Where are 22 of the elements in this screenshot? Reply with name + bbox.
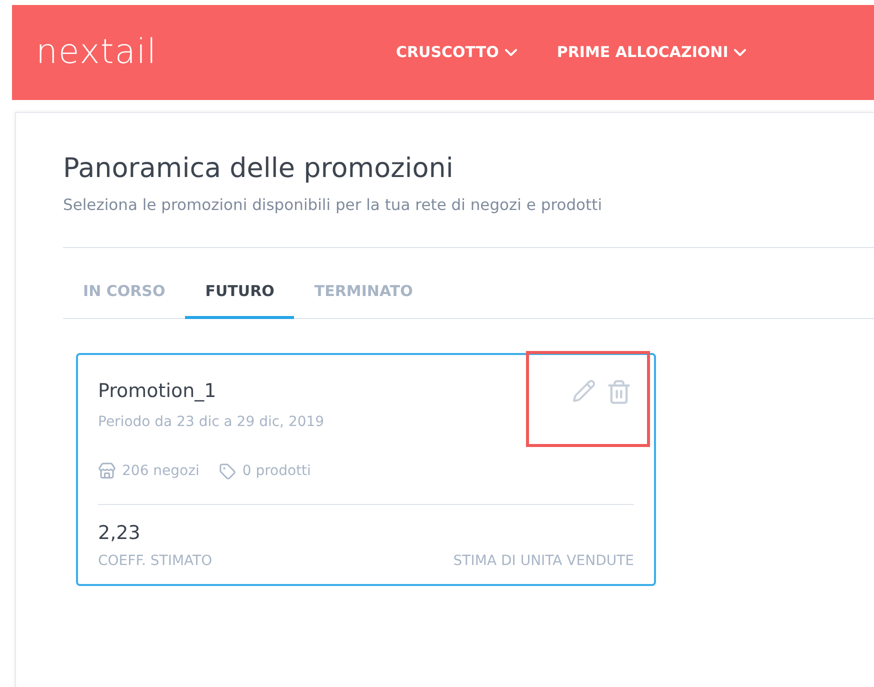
nav-menu[interactable]: CRUSCOTTO (396, 41, 517, 64)
chevron-down-icon (504, 49, 517, 56)
edit-icon[interactable] (572, 379, 596, 404)
product-count: 0 prodotti (242, 462, 311, 481)
tag-icon (219, 462, 236, 480)
tab[interactable]: IN CORSO (63, 280, 186, 320)
promotion-period: Periodo da 23 dic a 29 dic, 2019 (98, 412, 324, 432)
store-count: 206 negozi (122, 462, 200, 481)
logo: nextail (36, 31, 158, 74)
units-label: STIMA DI UNITA VENDUTE (453, 552, 634, 572)
tab[interactable]: TERMINATO (294, 280, 433, 320)
page-subtitle: Seleziona le promozioni disponibili per la tua rete di negozi e prodotti (63, 194, 604, 216)
promotion-card[interactable]: Promotion_1 Periodo da 23 dic a 29 dic, 2019 206 negozi 0 prodotti 2,23 COEFF. STIMATO STIMA DI UNITA VENDUTE (76, 353, 656, 586)
trash-icon[interactable] (606, 379, 632, 406)
store-icon (98, 462, 116, 480)
page-title: Panoramica delle promozioni (63, 152, 454, 186)
chevron-down-icon (734, 49, 746, 56)
promotion-name: Promotion_1 (98, 379, 218, 404)
nav-menu[interactable]: PRIME ALLOCAZIONI (556, 41, 746, 64)
tab[interactable]: FUTURO (185, 280, 294, 320)
coefficient-value: 2,23 (98, 520, 142, 546)
coefficient-label: COEFF. STIMATO (98, 552, 212, 572)
